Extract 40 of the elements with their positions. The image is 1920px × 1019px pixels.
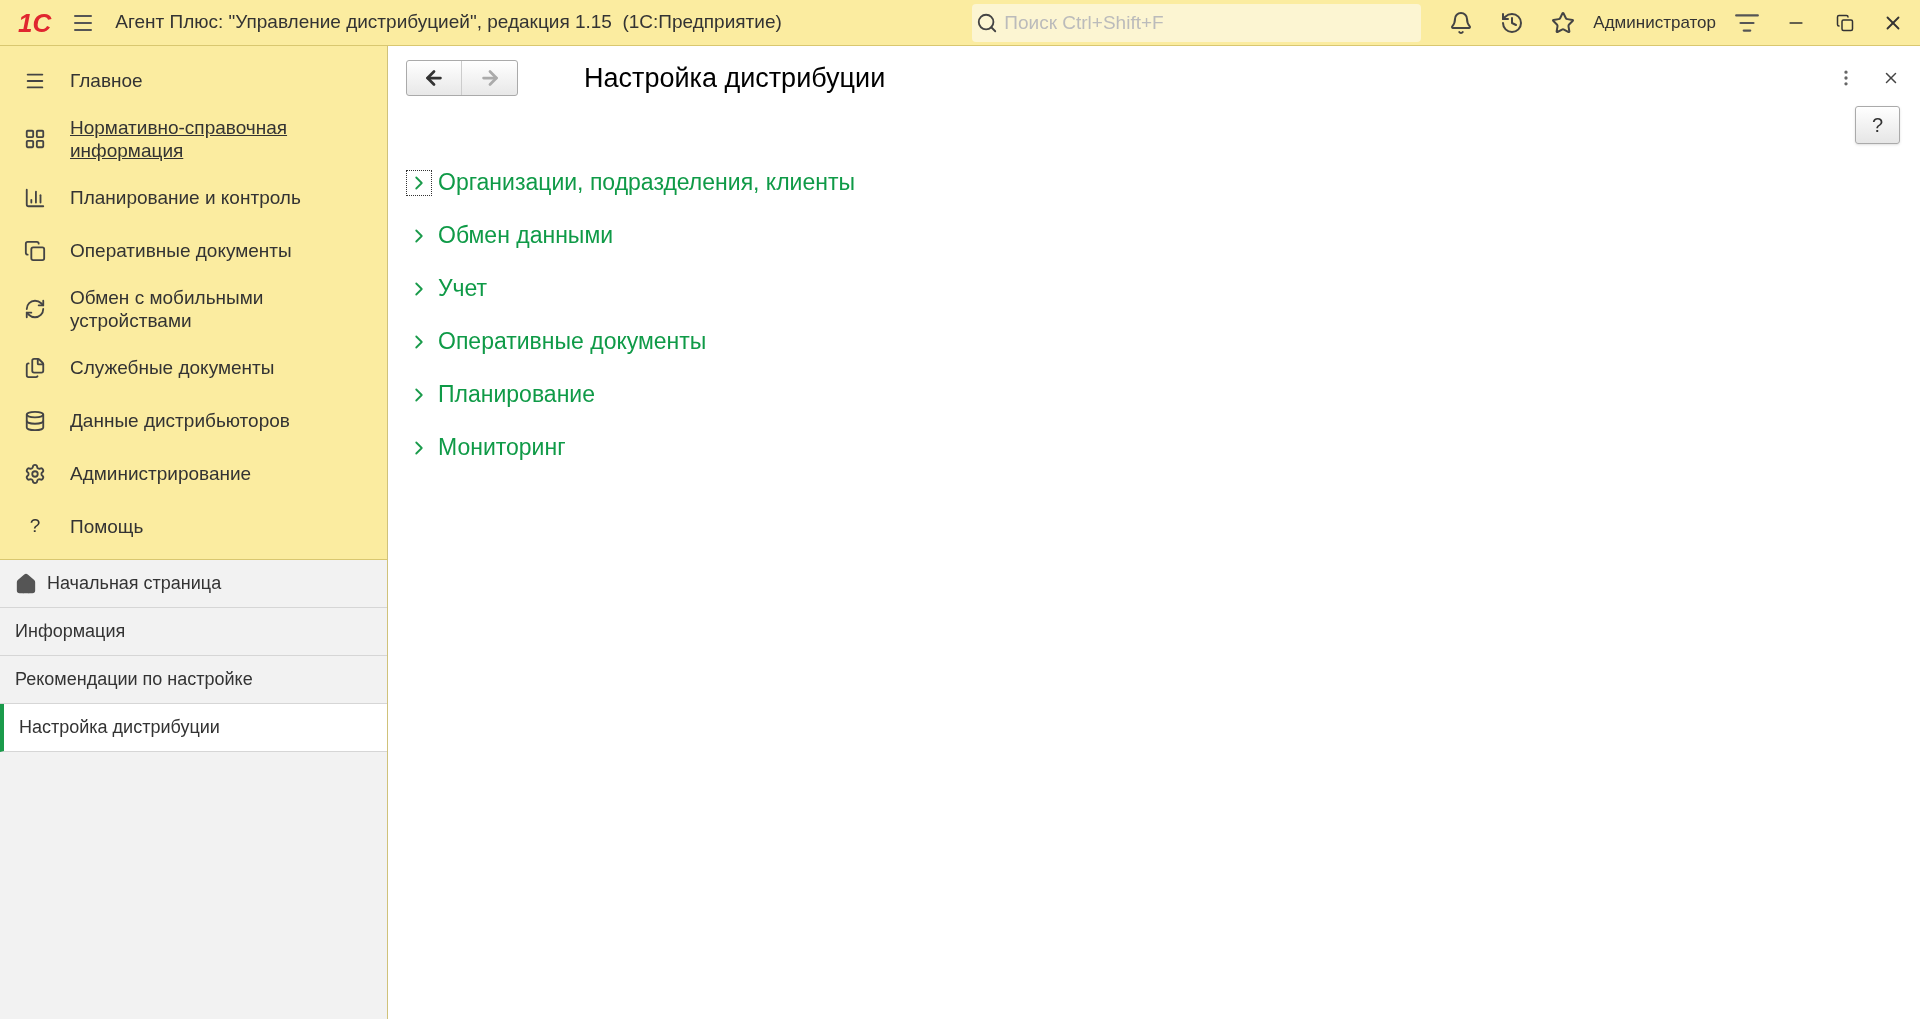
help-glyph: ? — [29, 514, 41, 539]
documents-icon — [24, 239, 46, 262]
open-page-tab[interactable]: Информация — [0, 608, 387, 656]
refresh-icon — [24, 298, 46, 320]
search-field[interactable]: Поиск Ctrl+Shift+F — [972, 3, 1422, 42]
database-icon — [24, 409, 46, 432]
help-button[interactable]: ? — [1855, 106, 1900, 144]
section-link[interactable]: Планирование и контроль — [70, 186, 301, 209]
form-title: Настройка дистрибуции — [584, 61, 886, 95]
settings-icon — [24, 462, 46, 485]
search-icon — [976, 11, 999, 34]
section-link[interactable]: Администрирование — [70, 462, 252, 485]
section-link[interactable]: Главное — [70, 69, 143, 92]
user-name[interactable]: Администратор — [1593, 9, 1716, 36]
history-icon[interactable] — [1500, 10, 1525, 35]
section-link[interactable]: Помощь — [70, 515, 144, 538]
star-icon[interactable] — [1551, 10, 1576, 35]
bell-icon[interactable] — [1449, 10, 1474, 35]
section-link[interactable]: Оперативные документы — [70, 239, 292, 262]
grid-icon — [24, 128, 46, 150]
expand-toggle[interactable] — [406, 169, 432, 196]
group-title[interactable]: Учет — [438, 271, 488, 306]
section-link[interactable]: Данные дистрибьюторов — [70, 409, 290, 432]
group-title[interactable]: Организации, подразделения, клиенты — [438, 165, 855, 200]
section-link[interactable]: Обмен с мобильными устройствами — [70, 286, 310, 332]
bar-chart-icon — [24, 186, 46, 209]
section-link[interactable]: Служебные документы — [70, 356, 275, 379]
group-title[interactable]: Обмен данными — [438, 218, 614, 253]
window-title: Агент Плюс: "Управление дистрибуцией", редакция 1.15 (1С:Предприятие) — [115, 10, 782, 35]
group-title[interactable]: Мониторинг — [438, 430, 566, 465]
home-icon — [15, 572, 37, 595]
open-page-tab[interactable]: Начальная страница — [0, 560, 387, 608]
app-logo: 1С — [18, 9, 52, 36]
restore-icon[interactable] — [1836, 13, 1854, 32]
open-page-tab[interactable]: Настройка дистрибуции — [0, 704, 387, 752]
group-title[interactable]: Оперативные документы — [438, 324, 707, 359]
section-link[interactable]: Нормативно-справочная информация — [70, 116, 310, 162]
back-arrow-icon — [423, 67, 445, 89]
files-icon — [24, 356, 46, 379]
group-title[interactable]: Планирование — [438, 377, 595, 412]
